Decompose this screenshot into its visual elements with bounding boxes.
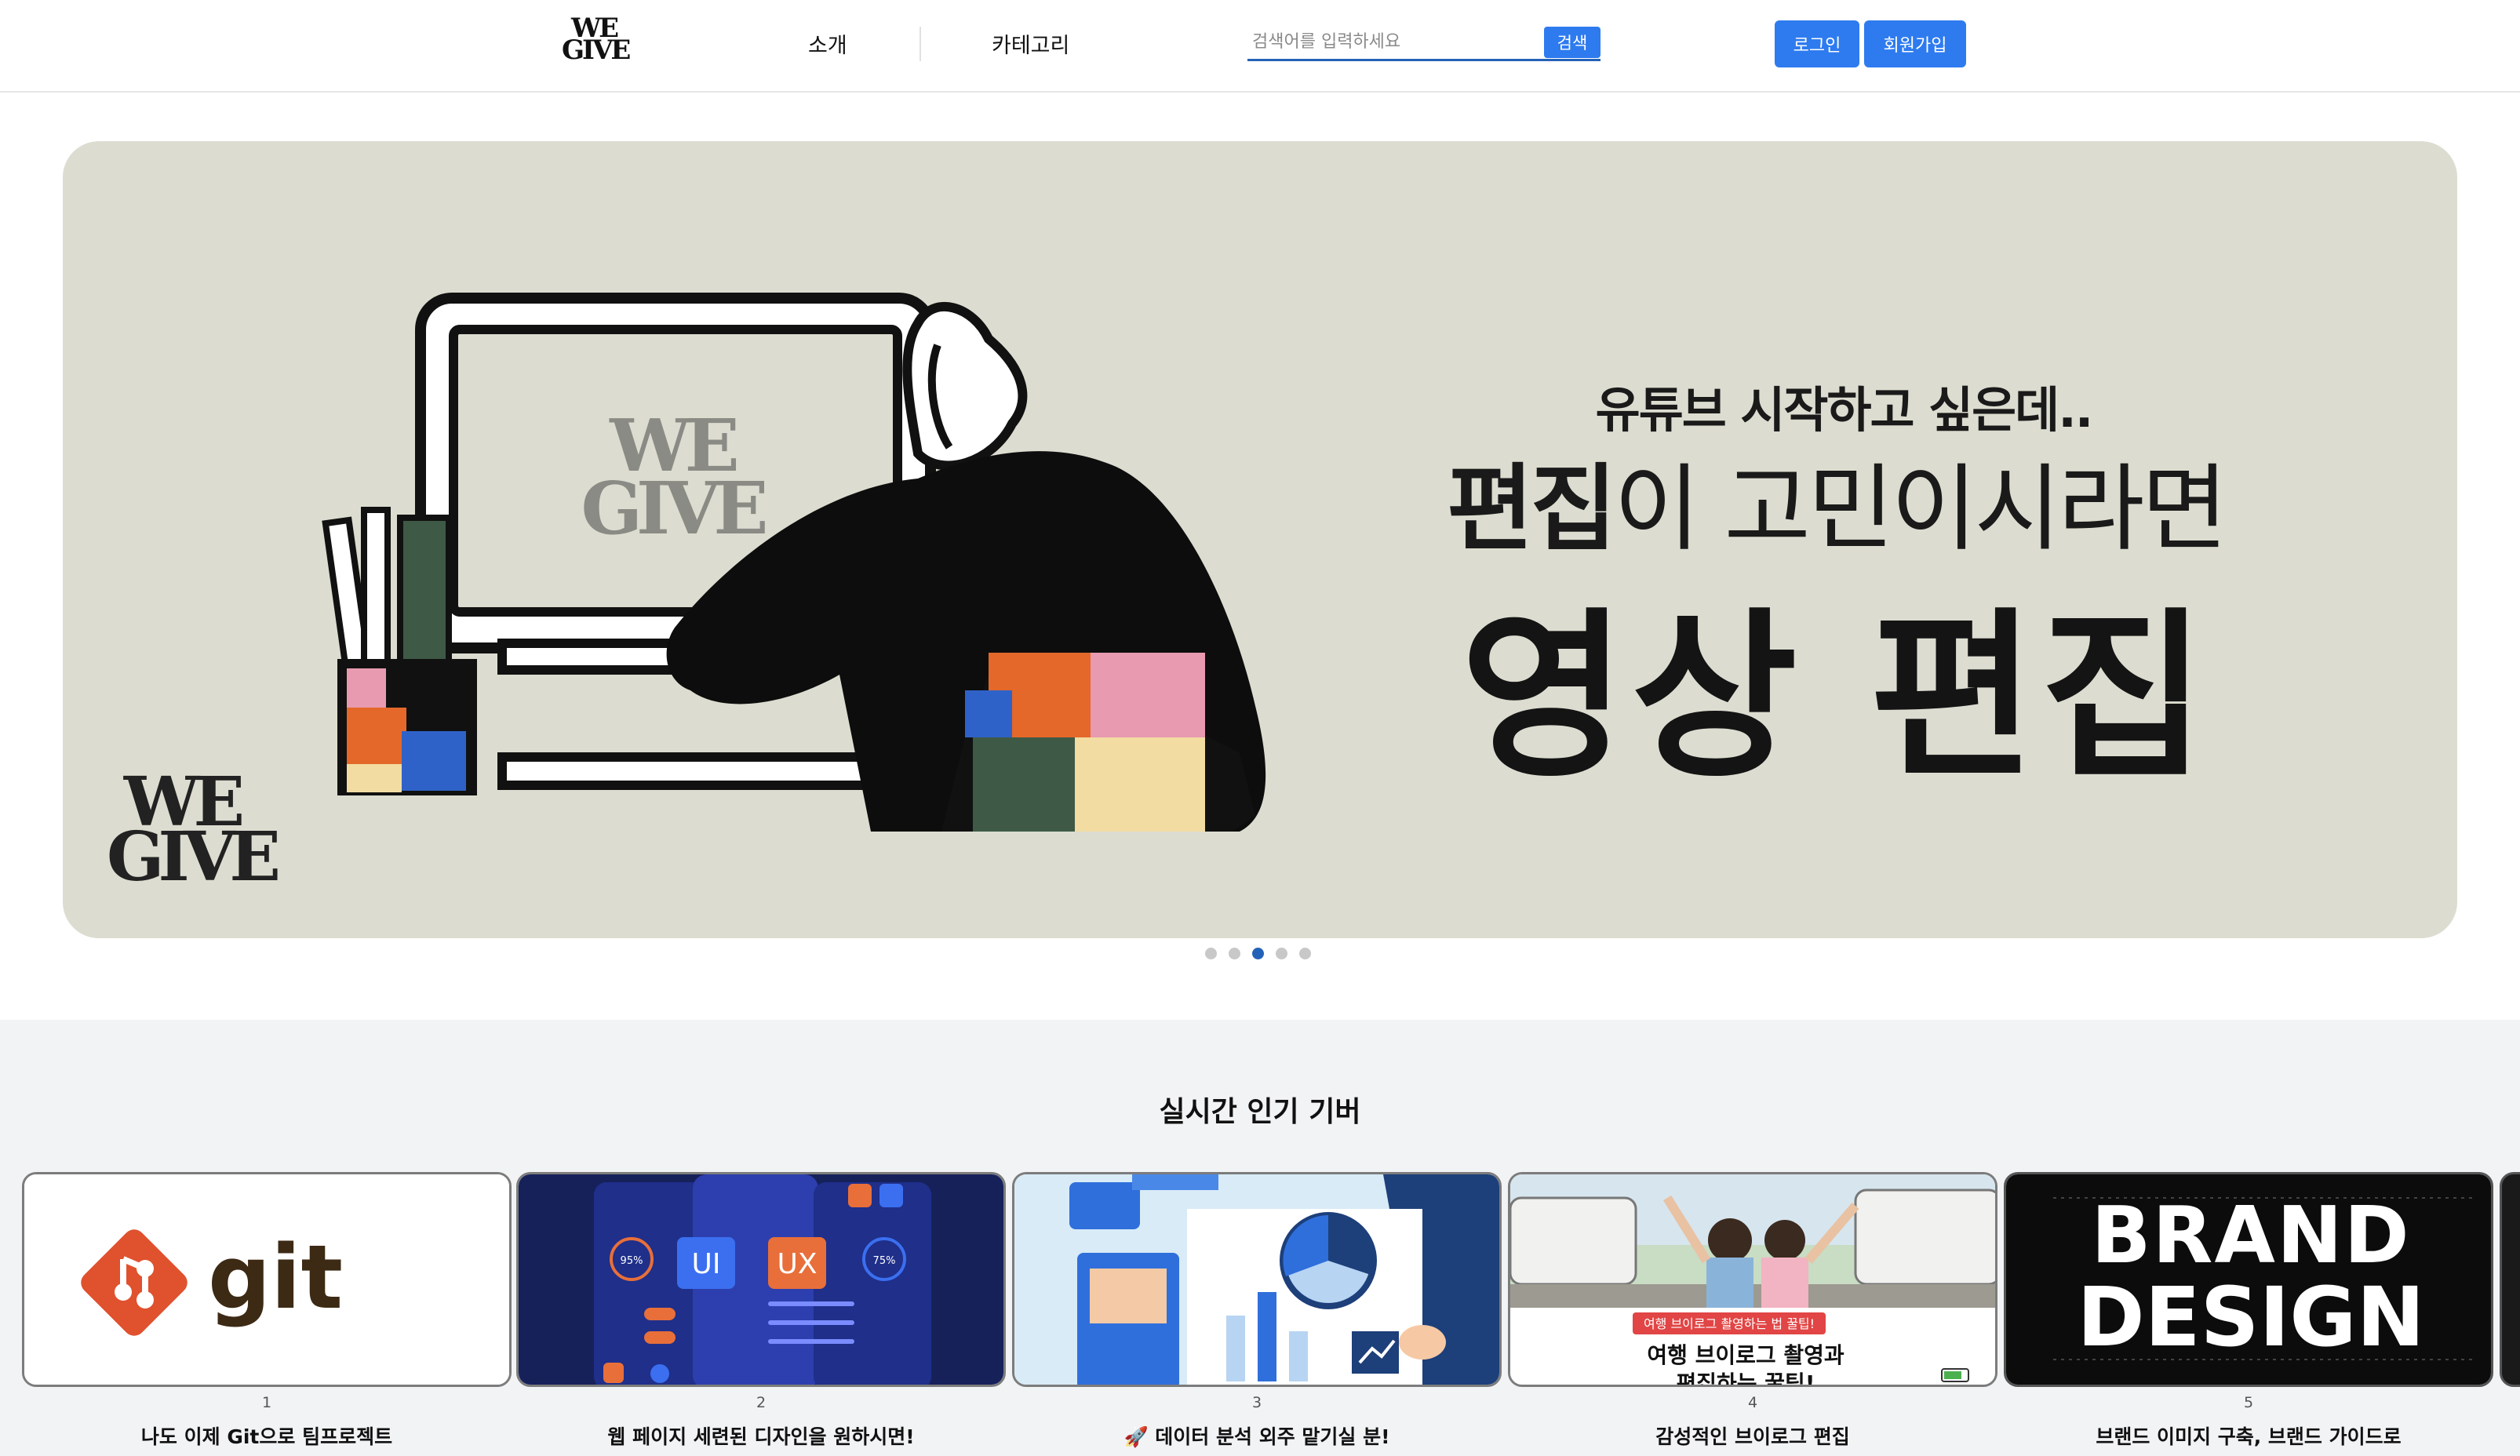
brand-word: BRAND [2091, 1189, 2410, 1281]
card-rank-3: 3 [1251, 1394, 1262, 1411]
ux-percent-75: 75% [873, 1255, 896, 1267]
giver-card-4[interactable]: 여행 브이로그 촬영하는 법 꿀팁! 여행 브이로그 촬영과 편집하는 꿀팁! [1508, 1172, 1997, 1387]
section-title: 실시간 인기 기버 [1159, 1096, 1361, 1128]
banner-headline-2-rest: 이 고민이시라면 [1613, 455, 2228, 564]
search-bar: 검색 [1247, 24, 1600, 61]
card-title-4[interactable]: 감성적인 브이로그 편집 [1508, 1421, 1997, 1450]
data-analysis-thumbnail [1014, 1174, 1499, 1385]
banner-headline-3: 영상 편집 [1460, 593, 2212, 803]
giver-card-1[interactable]: git [22, 1172, 512, 1387]
giver-card-5[interactable]: BRAND DESIGN [2004, 1172, 2493, 1387]
card-rank-1: 1 [261, 1394, 272, 1411]
banner-headline-2-bold: 편집 [1447, 455, 1617, 564]
carousel-dots [1205, 948, 1323, 963]
ui-label: UI [692, 1248, 721, 1280]
logo-text-give: GIVE [562, 35, 631, 66]
vlog-caption-1: 여행 브이로그 촬영과 [1647, 1342, 1844, 1368]
card-rank-4: 4 [1747, 1394, 1758, 1411]
login-button[interactable]: 로그인 [1775, 20, 1859, 67]
carousel-dot-4[interactable] [1276, 948, 1287, 959]
ui-percent-95: 95% [621, 1255, 643, 1267]
wegive-logo[interactable]: WE GIVE [562, 15, 631, 67]
giver-card-6-partial[interactable] [2500, 1172, 2520, 1387]
banner-logo: WE GIVE [107, 769, 281, 897]
search-button[interactable]: 검색 [1544, 27, 1600, 58]
card-rank-2: 2 [756, 1394, 767, 1411]
carousel-dot-3[interactable] [1252, 948, 1264, 959]
banner-logo-give: GIVE [107, 817, 281, 897]
card-title-1[interactable]: 나도 이제 Git으로 팀프로젝트 [22, 1421, 512, 1450]
hero-banner[interactable]: WE GIVE 유튜브 시작하고 싶은데.. 편집이 고민이시라면 영상 편집 … [63, 141, 2457, 938]
giver-card-2[interactable]: UI UX 95% 75% [516, 1172, 1006, 1387]
banner-headline-2: 편집이 고민이시라면 [1365, 455, 2307, 565]
popular-givers-section: 실시간 인기 기버 git UI UX 95% 75% 여행 브이로그 촬영하는… [0, 1020, 2520, 1456]
nav-category[interactable]: 카테고리 [992, 28, 1069, 59]
uiux-thumbnail: UI UX 95% 75% [519, 1174, 1003, 1385]
card-title-3[interactable]: 🚀 데이터 분석 외주 맡기실 분! [1012, 1421, 1502, 1450]
carousel-dot-1[interactable] [1205, 948, 1217, 959]
design-word: DESIGN [2077, 1269, 2424, 1365]
card-title-5[interactable]: 브랜드 이미지 구축, 브랜드 가이드로 [2004, 1421, 2493, 1450]
nav-intro[interactable]: 소개 [808, 28, 847, 59]
banner-headline-1: 유튜브 시작하고 싶은데.. [1595, 381, 2094, 439]
vlog-caption-2: 편집하는 꿀팁! [1676, 1370, 1815, 1387]
vlog-thumbnail: 여행 브이로그 촬영하는 법 꿀팁! 여행 브이로그 촬영과 편집하는 꿀팁! [1510, 1174, 1995, 1387]
giver-card-3[interactable] [1012, 1172, 1502, 1387]
card-title-2[interactable]: 웹 페이지 세련된 디자인을 원하시면! [516, 1421, 1006, 1450]
vlog-tag: 여행 브이로그 촬영하는 법 꿀팁! [1644, 1316, 1815, 1331]
card-rank-5: 5 [2243, 1394, 2254, 1411]
git-thumbnail: git [24, 1174, 509, 1385]
search-input[interactable] [1252, 27, 1542, 56]
signup-button[interactable]: 회원가입 [1864, 20, 1966, 67]
git-wordmark: git [208, 1227, 343, 1329]
carousel-dot-5[interactable] [1299, 948, 1311, 959]
nav-divider [920, 27, 921, 61]
brand-design-thumbnail: BRAND DESIGN [2006, 1174, 2491, 1385]
ux-label: UX [777, 1248, 817, 1280]
top-header: WE GIVE 소개 카테고리 검색 로그인 회원가입 [0, 0, 2520, 93]
monitor-logo-give: GIVE [581, 466, 765, 551]
carousel-dot-2[interactable] [1229, 948, 1240, 959]
